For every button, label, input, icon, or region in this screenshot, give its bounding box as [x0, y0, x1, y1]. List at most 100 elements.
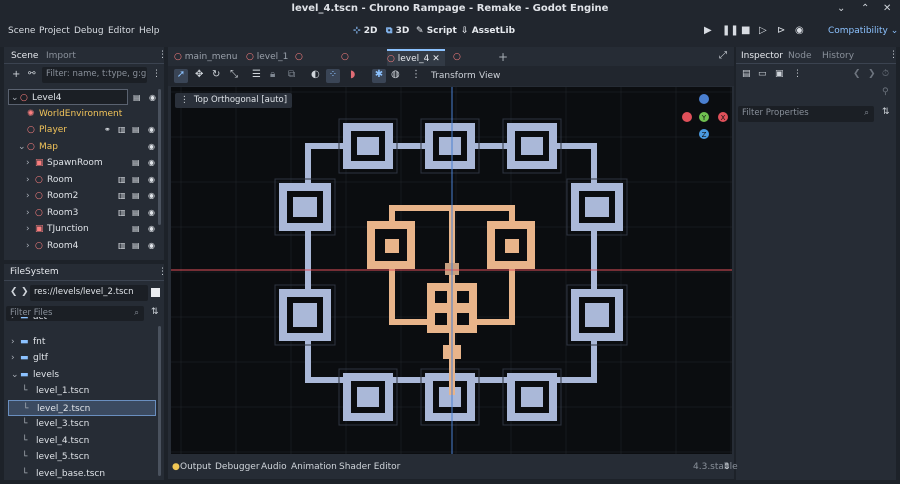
- snap-icon[interactable]: ⁘: [326, 69, 340, 83]
- open-resource-icon[interactable]: ▭: [758, 69, 767, 79]
- filesystem-path-input[interactable]: res://levels/level_2.tscn: [30, 285, 148, 301]
- workspace-2d[interactable]: ⊹ 2D: [353, 26, 377, 36]
- play-scene-icon[interactable]: ▷: [759, 25, 767, 36]
- scene-node-spawnroom[interactable]: › ▣ SpawnRoom ▤ ◉: [8, 155, 158, 171]
- split-mode-icon[interactable]: [151, 288, 160, 297]
- clapper-icon[interactable]: ▤: [132, 238, 140, 254]
- workspace-script[interactable]: ✎ Script: [416, 26, 457, 36]
- clapper-icon[interactable]: ▤: [132, 122, 140, 138]
- chevron-icon[interactable]: ›: [26, 221, 30, 237]
- link-icon[interactable]: ⚯: [28, 69, 36, 79]
- tab-shader-editor[interactable]: Shader Editor: [339, 462, 400, 472]
- scene-tab-level_4[interactable]: ○ level_4 ✕: [387, 49, 445, 66]
- clapper-icon[interactable]: ▤: [133, 90, 141, 106]
- scene-node-map[interactable]: ⌄ ○ Map ◉: [8, 139, 158, 155]
- scene-tab-level_1[interactable]: ○ level_1: [246, 49, 291, 66]
- script-icon[interactable]: ⚭: [104, 122, 111, 138]
- file-item[interactable]: └ level_4.tscn: [8, 433, 156, 449]
- scene-tab-level_2[interactable]: ○ level_2: [295, 49, 337, 79]
- menu-help[interactable]: Help: [139, 26, 160, 36]
- chevron-icon[interactable]: ⌄: [11, 90, 19, 106]
- folder-item[interactable]: › ▬ gltf: [8, 350, 156, 366]
- folder-item[interactable]: ⌄ ▬ levels: [8, 367, 156, 383]
- scene-node-level4[interactable]: ⌄ ○ Level4 ▤ ◉: [8, 89, 156, 106]
- inspector-options-icon[interactable]: ⇅: [882, 107, 890, 117]
- eye-icon[interactable]: ◉: [148, 205, 155, 221]
- tool-icon[interactable]: ⚲: [882, 87, 889, 97]
- clapper-icon[interactable]: ▤: [132, 205, 140, 221]
- chevron-icon[interactable]: ›: [11, 334, 15, 350]
- view-menu[interactable]: View: [479, 71, 500, 81]
- tab-audio[interactable]: Audio: [261, 462, 287, 472]
- history-icon[interactable]: ⏱: [882, 69, 889, 79]
- file-item[interactable]: └ level_2.tscn: [8, 399, 156, 416]
- scene-node-player[interactable]: ○ Player ⚭ ▥ ▤ ◉: [8, 122, 158, 138]
- clapper-icon[interactable]: ▤: [132, 155, 140, 171]
- file-item[interactable]: └ level_1.tscn: [8, 383, 156, 399]
- filesystem-scrollbar[interactable]: [158, 326, 161, 476]
- scene-tree-scrollbar[interactable]: [158, 89, 161, 225]
- distraction-free-icon[interactable]: ⤢: [719, 50, 727, 61]
- scene-node-room[interactable]: › ○ Room ▥ ▤ ◉: [8, 172, 158, 188]
- movie-icon[interactable]: ◉: [795, 25, 804, 36]
- eye-icon[interactable]: ◉: [148, 122, 155, 138]
- play-custom-icon[interactable]: ⊳: [777, 25, 785, 36]
- forward-icon[interactable]: ❯: [21, 287, 29, 297]
- chevron-icon[interactable]: ⌄: [11, 367, 19, 383]
- instance-open-icon[interactable]: ▥: [118, 122, 126, 138]
- file-item[interactable]: └ level_base.tscn: [8, 466, 156, 482]
- minimize-icon[interactable]: ⌄: [837, 0, 845, 17]
- more-icon[interactable]: ⋮: [793, 69, 802, 79]
- menu-debug[interactable]: Debug: [74, 26, 104, 36]
- tab-inspector[interactable]: Inspector: [741, 51, 783, 61]
- new-resource-icon[interactable]: ▤: [742, 69, 751, 79]
- eye-icon[interactable]: ◉: [148, 139, 155, 155]
- lock-icon[interactable]: 🔒︎: [270, 69, 275, 80]
- folder-item[interactable]: › ▬ fnt: [8, 334, 156, 350]
- toggle-panel-icon[interactable]: ⇕: [723, 462, 731, 472]
- transform-menu[interactable]: Transform: [431, 71, 476, 81]
- tab-node[interactable]: Node: [788, 51, 812, 61]
- scene-node-room4[interactable]: › ○ Room4 ▥ ▤ ◉: [8, 238, 158, 254]
- scene-node-tjunction[interactable]: › ▣ TJunction ▤ ◉: [8, 221, 158, 237]
- tab-filesystem[interactable]: FileSystem: [10, 267, 59, 277]
- scene-tab-level_5[interactable]: ○ level_5: [453, 49, 495, 79]
- inspector-filter-input[interactable]: Filter Properties ⌕: [738, 106, 874, 122]
- eye-icon[interactable]: ◉: [148, 238, 155, 254]
- menu-dots-icon[interactable]: ⋮: [889, 50, 898, 60]
- file-item[interactable]: └ level_3.tscn: [8, 416, 156, 432]
- close-tab-icon[interactable]: ✕: [429, 54, 440, 64]
- instance-open-icon[interactable]: ▥: [118, 188, 126, 204]
- environment-icon[interactable]: ✱: [372, 69, 386, 83]
- maximize-icon[interactable]: ⌃: [861, 0, 869, 17]
- chevron-icon[interactable]: ›: [26, 238, 30, 254]
- menu-dots-icon[interactable]: ⋮: [158, 50, 167, 60]
- scene-tab-main_menu[interactable]: ○ main_menu: [174, 49, 242, 66]
- menu-scene[interactable]: Scene: [8, 26, 35, 36]
- scale-tool-icon[interactable]: ⤡: [230, 69, 238, 80]
- scene-tab-level_3[interactable]: ○ level_3: [341, 49, 383, 79]
- workspace-3d[interactable]: ⧉ 3D: [386, 26, 409, 36]
- pause-icon[interactable]: ❚❚: [722, 25, 739, 36]
- rotate-tool-icon[interactable]: ↻: [212, 69, 220, 80]
- menu-project[interactable]: Project: [39, 26, 70, 36]
- chevron-icon[interactable]: ›: [26, 155, 30, 171]
- add-node-icon[interactable]: +: [12, 69, 20, 80]
- save-resource-icon[interactable]: ▣: [775, 69, 784, 79]
- tab-debugger[interactable]: Debugger: [215, 462, 260, 472]
- file-item[interactable]: └ level_5.tscn: [8, 449, 156, 465]
- folder-item[interactable]: › ▬ act: [8, 317, 156, 325]
- tab-history[interactable]: History: [822, 51, 854, 61]
- chevron-icon[interactable]: ⌄: [18, 139, 26, 155]
- gizmo-icon[interactable]: ◍: [391, 69, 400, 80]
- sort-icon[interactable]: ⇅: [151, 307, 159, 317]
- play-icon[interactable]: ▶: [704, 25, 712, 36]
- scene-node-worldenvironment[interactable]: ✺ WorldEnvironment: [8, 106, 158, 122]
- view-menu-button[interactable]: ⋮ Top Orthogonal [auto]: [175, 93, 293, 108]
- stop-icon[interactable]: ■: [741, 25, 750, 36]
- scene-filter-input[interactable]: Filter: name, t:type, g:g: [42, 67, 147, 83]
- workspace-assetlib[interactable]: ⇩ AssetLib: [461, 26, 515, 36]
- list-tool-icon[interactable]: ☰: [252, 69, 261, 80]
- move-tool-icon[interactable]: ✥: [195, 69, 203, 80]
- filter-options-icon[interactable]: ⋮: [152, 69, 161, 79]
